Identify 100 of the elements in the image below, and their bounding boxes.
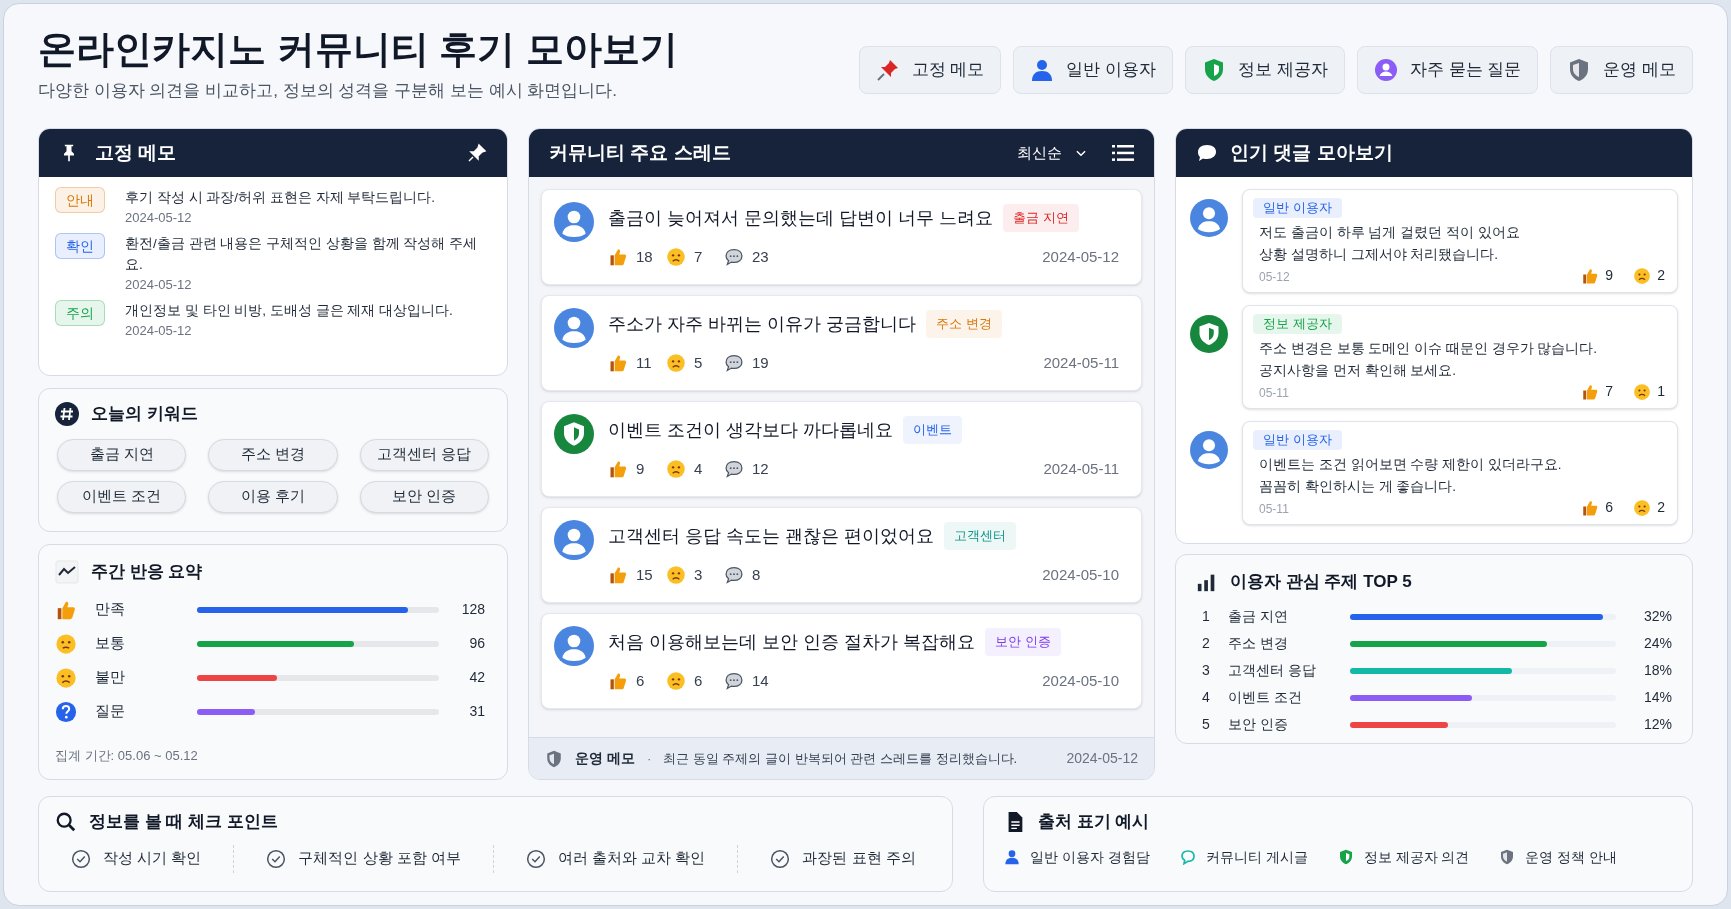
topic-label: 보안 인증 [1228, 715, 1289, 734]
rank-number: 2 [1201, 634, 1211, 653]
frowning-face-icon [1633, 266, 1652, 285]
thread-title: 처음 이용해보는데 보안 인증 절차가 복잡해요 [608, 630, 975, 654]
shield-icon [1337, 849, 1354, 865]
like-count: 15 [636, 565, 654, 585]
keyword-chip[interactable]: 주소 변경 [208, 438, 338, 471]
checkpoint-text: 과장된 표현 주의 [802, 848, 916, 869]
source-label: 운영 정책 안내 [1525, 847, 1618, 867]
search-icon [55, 810, 77, 833]
card-title: 출처 표기 예시 [1038, 811, 1150, 833]
keyword-chip[interactable]: 이벤트 조건 [57, 480, 187, 513]
comment-count: 19 [752, 353, 769, 373]
topic-share: 14% [1643, 688, 1672, 707]
dislike-count: 2 [1657, 498, 1665, 517]
comment-text: 주소 변경은 보통 도메인 이슈 때문인 경우가 많습니다. 공지사항을 먼저 확인해 보세요. [1258, 339, 1598, 380]
topic-label: 출금 지연 [1228, 607, 1289, 626]
checkpoint-text: 작성 시기 확인 [103, 848, 202, 869]
role-badge: 일반 이용자 [1253, 198, 1342, 218]
sort-dropdown[interactable]: 최신순 [1017, 141, 1088, 165]
thread-date: 2024-05-12 [1042, 247, 1119, 267]
dislike-count: 2 [1657, 266, 1665, 285]
memo-text: 환전/출금 관련 내용은 구체적인 상황을 함께 작성해 주세요. [125, 235, 478, 274]
notice-badge: 안내 [55, 187, 105, 213]
topic-label: 이벤트 조건 [1228, 688, 1303, 707]
speech-bubble-icon [724, 565, 744, 586]
reaction-label: 질문 [95, 701, 126, 722]
dislike-count: 4 [694, 459, 704, 479]
role-badge: 정보 제공자 [1253, 314, 1342, 334]
keyword-chip[interactable]: 고객센터 응답 [359, 438, 489, 471]
list-icon[interactable] [1112, 145, 1134, 161]
notice-label: 운영 메모 [575, 749, 635, 768]
reaction-label: 불만 [95, 667, 126, 688]
like-count: 18 [636, 247, 654, 267]
source-label: 커뮤니티 게시글 [1205, 847, 1308, 867]
legend-button[interactable]: 운영 메모 [1550, 46, 1693, 94]
thread-title: 고객센터 응답 속도는 괜찮은 편이었어요 [608, 524, 934, 548]
user-avatar-icon [1190, 431, 1228, 469]
thread-title: 출금이 늦어져서 문의했는데 답변이 너무 느려요 [608, 206, 993, 230]
like-count: 11 [636, 353, 653, 373]
memo-date: 2024-05-12 [125, 209, 193, 227]
frowning-face-icon [1633, 498, 1652, 517]
thumbs-up-icon [1581, 266, 1600, 285]
topic-label: 주소 변경 [1228, 634, 1289, 653]
topic-share: 32% [1643, 607, 1672, 626]
thread-card[interactable]: 처음 이용해보는데 보안 인증 절차가 복잡해요 보안 인증 6 6 14 2024-05-10 [541, 613, 1142, 709]
source-label: 정보 제공자 의견 [1363, 847, 1470, 867]
comment-date: 05-12 [1258, 268, 1291, 286]
comment-date: 05-11 [1258, 500, 1290, 518]
keyword-chip[interactable]: 보안 인증 [359, 480, 489, 513]
dislike-count: 3 [694, 565, 704, 585]
topic-share: 18% [1643, 661, 1672, 680]
legend-button[interactable]: 정보 제공자 [1185, 46, 1345, 94]
speech-bubble-icon [724, 671, 744, 692]
frowning-face-icon [666, 459, 686, 480]
thread-date: 2024-05-10 [1042, 671, 1119, 691]
shield-avatar-icon [554, 414, 594, 454]
reaction-count: 128 [461, 600, 485, 619]
legend-button[interactable]: 자주 묻는 질문 [1356, 46, 1539, 94]
person-circle-icon [1373, 58, 1398, 82]
thread-card[interactable]: 고객센터 응답 속도는 괜찮은 편이었어요 고객센터 15 3 8 2024-05-10 [541, 507, 1142, 603]
keyword-chip[interactable]: 출금 지연 [57, 438, 187, 471]
check-circle-icon [266, 848, 287, 869]
thumbs-up-icon [608, 459, 628, 480]
comment-count: 14 [752, 671, 769, 691]
like-count: 6 [1605, 498, 1614, 517]
rank-number: 3 [1201, 661, 1211, 680]
thread-card[interactable]: 주소가 자주 바뀌는 이유가 궁금합니다 주소 변경 11 5 19 2024-05-11 [541, 295, 1142, 391]
comment-date: 05-11 [1258, 384, 1290, 402]
notice-text: 최근 동일 주제의 글이 반복되어 관련 스레드를 정리했습니다. [663, 749, 1018, 768]
thumbs-up-icon [1581, 498, 1600, 517]
neutral-face-icon [55, 632, 77, 655]
aggregation-period: 집계 기간: 05.06 ~ 05.12 [55, 746, 199, 765]
thumbs-up-icon [1581, 382, 1600, 401]
shield-icon [1499, 849, 1516, 865]
person-icon [1030, 58, 1055, 82]
legend-button[interactable]: 고정 메모 [858, 46, 1002, 94]
reaction-count: 96 [469, 634, 485, 653]
topic-tag: 고객센터 [944, 522, 1016, 550]
topic-tag: 보안 인증 [985, 628, 1061, 656]
reaction-label: 만족 [95, 599, 126, 620]
user-avatar-icon [554, 308, 594, 348]
reaction-count: 31 [469, 702, 485, 721]
thread-card[interactable]: 출금이 늦어져서 문의했는데 답변이 너무 느려요 출금 지연 18 7 23 2024-05-12 [541, 189, 1142, 285]
reaction-label: 보통 [95, 633, 126, 654]
speech-bubble-icon [724, 459, 744, 480]
frowning-face-icon [55, 666, 77, 689]
frowning-face-icon [666, 353, 686, 374]
checkpoint-text: 여러 출처와 교차 확인 [557, 848, 706, 869]
legend-button[interactable]: 일반 이용자 [1013, 46, 1174, 94]
thread-title: 주소가 자주 바뀌는 이유가 궁금합니다 [608, 312, 916, 336]
card-title: 이용자 관심 주제 TOP 5 [1230, 571, 1412, 593]
shield-icon [545, 749, 563, 768]
source-label: 일반 이용자 경험담 [1030, 847, 1150, 867]
role-badge: 일반 이용자 [1253, 430, 1342, 450]
user-avatar-icon [554, 520, 594, 560]
topic-share: 12% [1643, 715, 1672, 734]
keyword-chip[interactable]: 이용 후기 [208, 480, 338, 513]
thread-card[interactable]: 이벤트 조건이 생각보다 까다롭네요 이벤트 9 4 12 2024-05-11 [541, 401, 1142, 497]
checkpoint-text: 구체적인 상황 포함 여부 [298, 848, 461, 869]
